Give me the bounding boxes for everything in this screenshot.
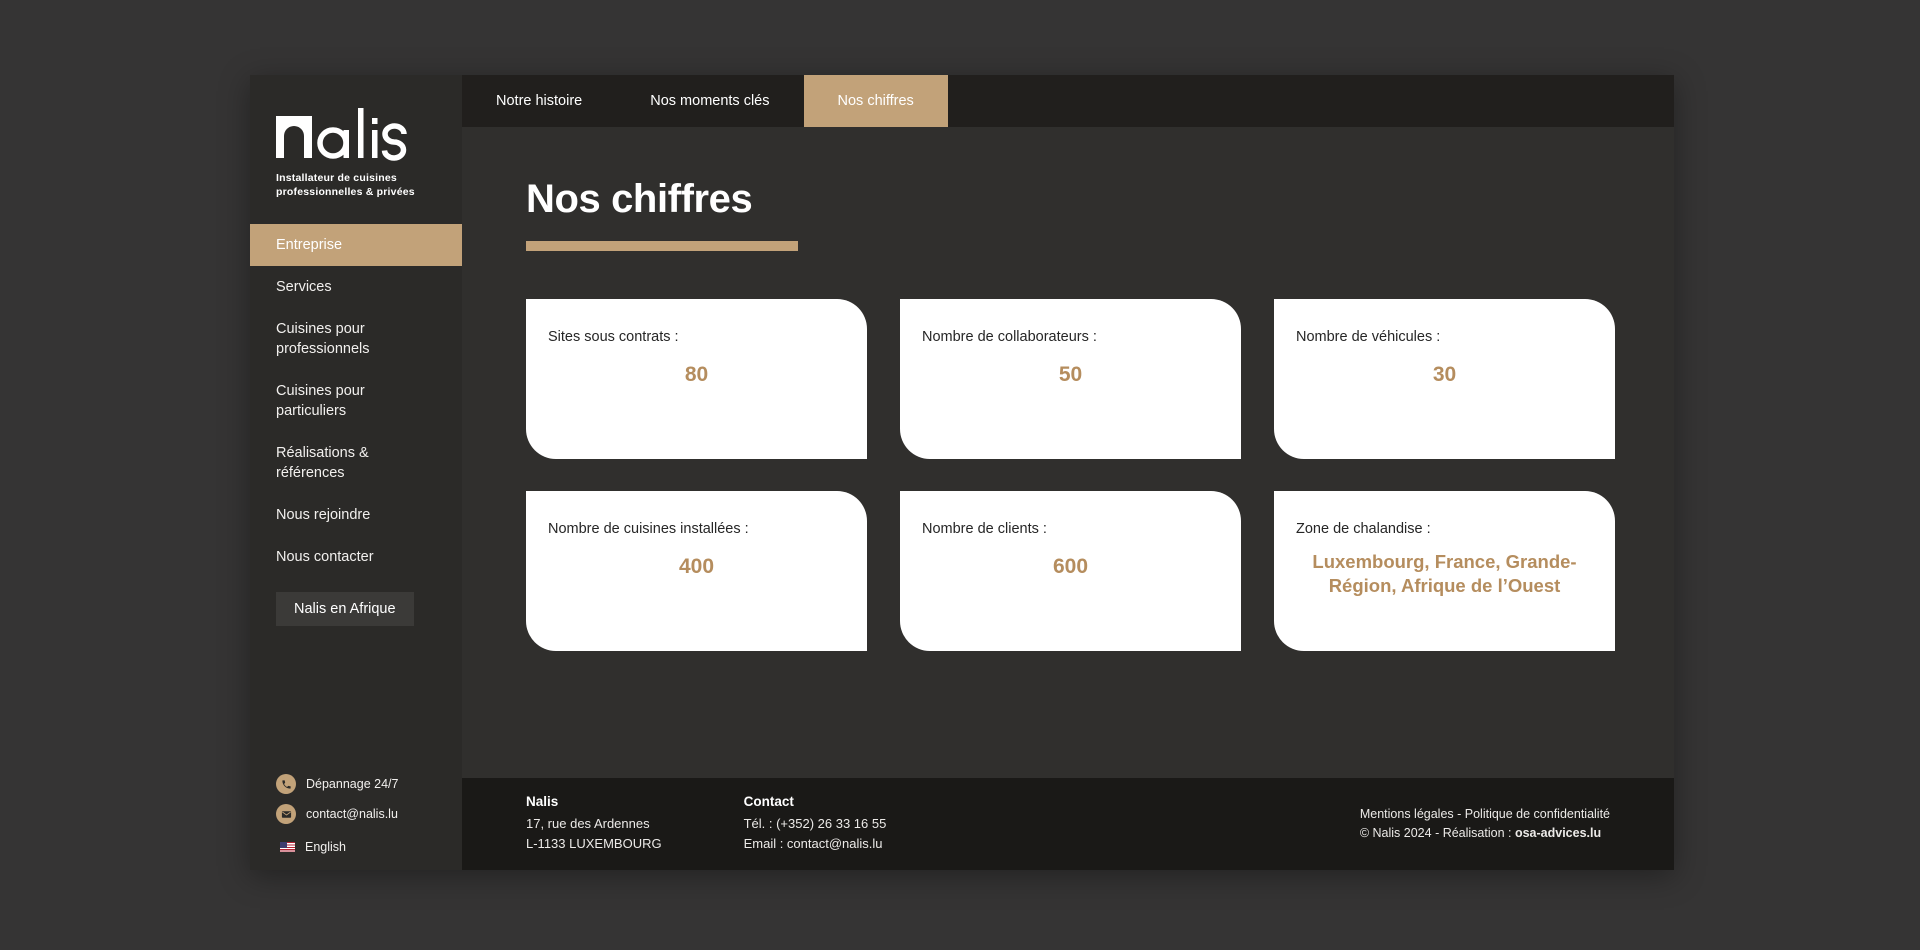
site-frame: Installateur de cuisines professionnelle… [250, 75, 1674, 870]
sidebar: Installateur de cuisines professionnelle… [250, 75, 462, 870]
sidebar-item-entreprise[interactable]: Entreprise [250, 223, 462, 266]
stat-value: 600 [1052, 555, 1089, 579]
stat-value: 30 [1432, 363, 1457, 387]
brand-tagline: Installateur de cuisines professionnelle… [276, 172, 415, 198]
footer-copyright-text: © Nalis 2024 - Réalisation : [1359, 826, 1515, 840]
us-flag-icon [280, 842, 295, 852]
sidebar-phone-label: Dépannage 24/7 [306, 777, 399, 791]
stat-value: Luxembourg, France, Grande-Région, Afriq… [1312, 551, 1577, 597]
language-switcher[interactable]: English [276, 840, 436, 854]
footer-contact-phone[interactable]: Tél. : (+352) 26 33 16 55 [744, 814, 887, 834]
brand-logo[interactable]: Installateur de cuisines professionnelle… [250, 75, 462, 220]
sidebar-item-nous-rejoindre[interactable]: Nous rejoindre [250, 494, 462, 536]
stat-label: Nombre de clients : [922, 521, 1047, 537]
footer-legal-block: Mentions légales - Politique de confiden… [1360, 805, 1610, 844]
tab-notre-histoire[interactable]: Notre histoire [462, 75, 616, 127]
stat-label: Nombre de cuisines installées : [548, 521, 749, 537]
footer-credit-link[interactable]: osa-advices.lu [1515, 826, 1601, 840]
tab-nos-chiffres[interactable]: Nos chiffres [803, 75, 948, 127]
stats-grid: Sites sous contrats : 80 Nombre de colla… [526, 299, 1615, 651]
stat-card: Nombre de cuisines installées : 400 [526, 491, 867, 651]
nalis-en-afrique-button[interactable]: Nalis en Afrique [276, 591, 414, 626]
content-area: Nos chiffres Sites sous contrats : 80 No… [462, 127, 1674, 778]
sidebar-email-label: contact@nalis.lu [306, 807, 398, 821]
stat-card: Nombre de collaborateurs : 50 [900, 299, 1241, 459]
sidebar-nav: Entreprise Services Cuisines pour profes… [250, 223, 462, 578]
footer-contact-block: Contact Tél. : (+352) 26 33 16 55 Email … [744, 794, 887, 854]
stat-card: Nombre de véhicules : 30 [1274, 299, 1615, 459]
page-title: Nos chiffres [526, 177, 753, 221]
screenshot-viewport: Installateur de cuisines professionnelle… [0, 0, 1920, 950]
stat-value: 50 [1058, 363, 1083, 387]
sidebar-item-cuisines-particuliers[interactable]: Cuisines pour particuliers [250, 370, 462, 432]
envelope-icon [276, 804, 296, 824]
footer-company-block: Nalis 17, rue des Ardennes L-1133 LUXEMB… [526, 794, 662, 854]
sidebar-item-realisations-references[interactable]: Réalisations & références [250, 432, 462, 494]
stat-label: Zone de chalandise : [1296, 521, 1431, 537]
sidebar-phone-row[interactable]: Dépannage 24/7 [276, 774, 436, 794]
stat-value: 400 [678, 555, 715, 579]
stat-label: Nombre de véhicules : [1296, 329, 1441, 345]
phone-icon [276, 774, 296, 794]
stat-card: Nombre de clients : 600 [900, 491, 1241, 651]
tab-bar: Notre histoire Nos moments clés Nos chif… [462, 75, 1674, 127]
sidebar-contact-block: Dépannage 24/7 contact@nalis.lu English [250, 774, 462, 870]
sidebar-item-services[interactable]: Services [250, 266, 462, 308]
footer-company-heading: Nalis [526, 793, 559, 809]
tab-nos-moments-cles[interactable]: Nos moments clés [616, 75, 803, 127]
title-underline [526, 241, 798, 251]
stat-value: 80 [684, 363, 709, 387]
stat-card: Sites sous contrats : 80 [526, 299, 867, 459]
footer-legal-links[interactable]: Mentions légales - Politique de confiden… [1360, 805, 1610, 824]
main-column: Notre histoire Nos moments clés Nos chif… [462, 75, 1674, 870]
stat-label: Nombre de collaborateurs : [922, 329, 1097, 345]
site-footer: Nalis 17, rue des Ardennes L-1133 LUXEMB… [462, 778, 1674, 870]
sidebar-item-nous-contacter[interactable]: Nous contacter [250, 536, 462, 578]
language-label: English [305, 840, 346, 854]
africa-button-wrap: Nalis en Afrique [250, 578, 462, 626]
stat-card: Zone de chalandise : Luxembourg, France,… [1274, 491, 1615, 651]
stat-label: Sites sous contrats : [548, 329, 679, 345]
footer-copyright: © Nalis 2024 - Réalisation : osa-advices… [1360, 824, 1610, 843]
sidebar-email-row[interactable]: contact@nalis.lu [276, 804, 436, 824]
footer-contact-heading: Contact [743, 793, 794, 809]
footer-company-city: L-1133 LUXEMBOURG [526, 836, 662, 851]
footer-company-street: 17, rue des Ardennes [526, 815, 650, 831]
nalis-logo-icon [276, 103, 438, 166]
sidebar-item-cuisines-professionnels[interactable]: Cuisines pour professionnels [250, 308, 462, 370]
footer-contact-email[interactable]: Email : contact@nalis.lu [744, 834, 887, 854]
